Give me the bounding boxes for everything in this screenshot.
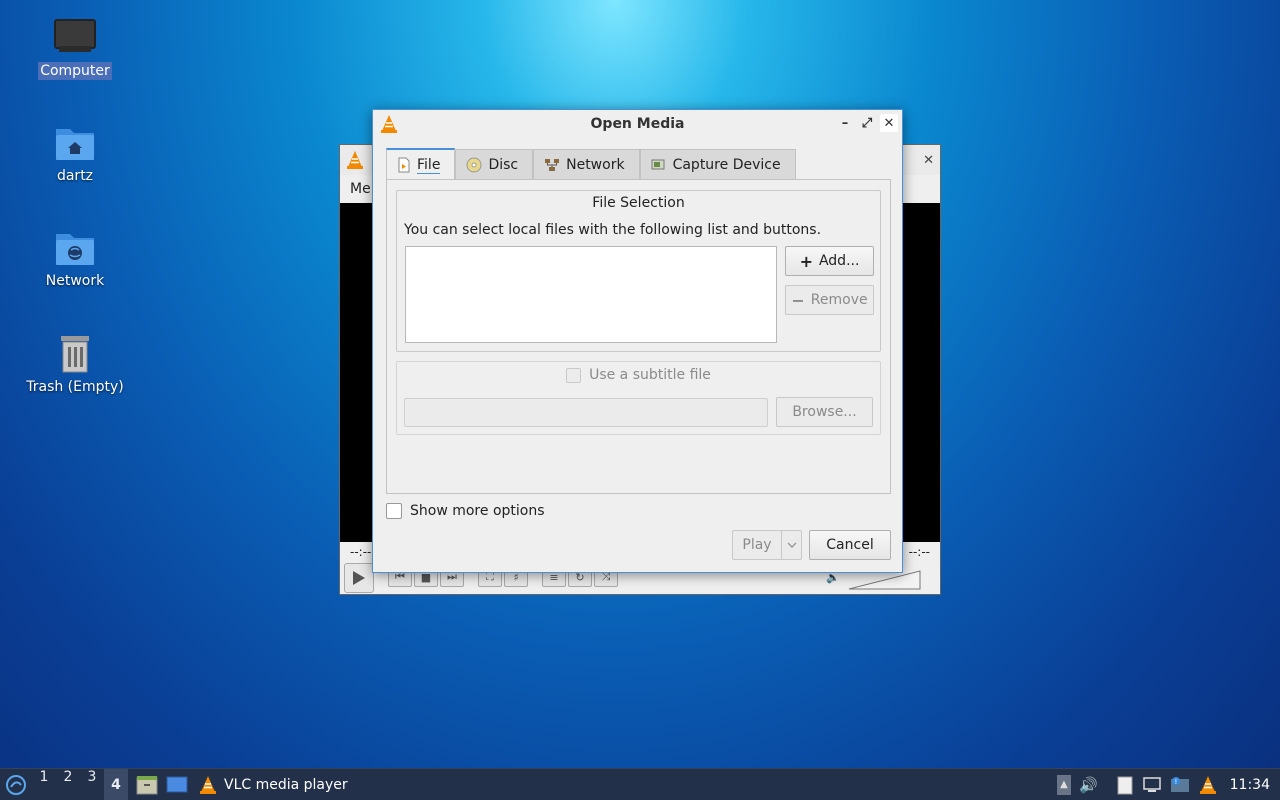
quick-launch	[136, 775, 188, 795]
tab-file[interactable]: File	[386, 148, 456, 180]
elapsed-time: --:--	[350, 545, 372, 559]
taskbar: 1 2 3 4 VLC media player ▲ 🔊 ! 11:34	[0, 768, 1280, 800]
open-media-dialog: Open Media – ⤢ ✕ File Disc Network Captu…	[372, 109, 903, 573]
dialog-titlebar[interactable]: Open Media – ⤢ ✕	[373, 110, 902, 138]
play-button[interactable]: Play	[732, 530, 782, 560]
show-more-checkbox[interactable]	[386, 503, 402, 519]
maximize-icon: ⤢	[861, 115, 873, 131]
show-more-options[interactable]: Show more options	[386, 503, 545, 519]
disc-icon	[466, 157, 482, 173]
file-tab-panel: File Selection You can select local file…	[386, 179, 891, 494]
file-list[interactable]	[405, 246, 777, 343]
tab-disc[interactable]: Disc	[455, 149, 534, 180]
show-desktop-icon[interactable]	[166, 775, 188, 795]
tab-label: File	[417, 156, 441, 174]
minimize-button[interactable]: –	[836, 114, 854, 132]
vlc-cone-icon	[381, 115, 397, 133]
desktop-icon-label: Computer	[38, 62, 112, 80]
play-button-label: Play	[742, 537, 772, 553]
capture-device-icon	[651, 159, 665, 170]
vlc-tray-icon[interactable]	[1198, 775, 1218, 795]
system-tray: ▲ 🔊 ! 11:34	[1056, 769, 1280, 800]
remove-button-label: Remove	[810, 292, 868, 308]
file-icon	[398, 157, 410, 173]
workspace-2[interactable]: 2	[56, 769, 80, 800]
file-selection-group: File Selection You can select local file…	[396, 190, 881, 352]
lubuntu-logo-icon	[6, 774, 26, 795]
maximize-button[interactable]: ⤢	[858, 114, 876, 132]
clipboard-icon[interactable]	[1116, 775, 1134, 795]
network-icon	[545, 159, 560, 171]
desktop-icon-label: Trash (Empty)	[26, 379, 124, 395]
taskbar-app-vlc[interactable]: VLC media player	[198, 775, 348, 795]
taskbar-app-label: VLC media player	[224, 776, 348, 793]
show-more-label: Show more options	[410, 503, 545, 519]
desktop-icon-home[interactable]: dartz	[20, 123, 130, 185]
desktop-icon-computer[interactable]: Computer	[20, 18, 130, 80]
tab-label: Capture Device	[672, 157, 781, 173]
desktop-icon-network[interactable]: Network	[20, 228, 130, 290]
add-button[interactable]: + Add...	[785, 246, 874, 276]
subtitle-checkbox-label: Use a subtitle file	[589, 367, 711, 383]
vlc-cone-icon	[200, 775, 216, 794]
minimize-icon: –	[841, 115, 849, 131]
tab-label: Network	[566, 157, 625, 173]
play-dropdown-button[interactable]	[781, 530, 802, 560]
tab-capture-device[interactable]: Capture Device	[639, 149, 796, 180]
computer-icon	[54, 19, 96, 52]
cancel-button[interactable]: Cancel	[809, 530, 891, 560]
clock[interactable]: 11:34	[1230, 777, 1270, 793]
start-menu-button[interactable]	[0, 774, 32, 796]
file-selection-title: File Selection	[592, 195, 685, 211]
network-folder-icon	[56, 234, 94, 265]
chevron-down-icon	[787, 542, 796, 548]
network-status-icon[interactable]	[1142, 776, 1162, 794]
desktop-icon-label: dartz	[56, 168, 94, 184]
subtitle-checkbox-row[interactable]: Use a subtitle file	[397, 367, 880, 383]
dialog-title: Open Media	[590, 116, 685, 132]
file-selection-description: You can select local files with the foll…	[404, 222, 822, 238]
minus-icon: −	[791, 290, 805, 310]
add-button-label: Add...	[818, 253, 860, 269]
workspace-3[interactable]: 3	[80, 769, 104, 800]
tab-network[interactable]: Network	[533, 149, 640, 180]
play-button[interactable]	[344, 563, 374, 593]
eject-icon[interactable]: ▲	[1056, 775, 1071, 795]
browse-button-label: Browse...	[792, 404, 857, 420]
remove-button[interactable]: − Remove	[785, 285, 874, 315]
vlc-main-close-icon[interactable]: ✕	[923, 153, 934, 168]
subtitle-checkbox[interactable]	[566, 367, 582, 383]
close-icon: ✕	[883, 115, 895, 131]
menu-media[interactable]: Me	[350, 181, 371, 197]
total-time: --:--	[908, 545, 930, 559]
workspace-1[interactable]: 1	[32, 769, 56, 800]
tab-bar: File Disc Network Capture Device	[386, 148, 796, 180]
desktop-icon-trash[interactable]: Trash (Empty)	[20, 332, 130, 396]
plus-icon: +	[799, 251, 813, 271]
file-manager-icon[interactable]	[136, 775, 158, 795]
cancel-button-label: Cancel	[826, 537, 874, 553]
play-icon	[353, 571, 365, 585]
close-button[interactable]: ✕	[880, 114, 898, 132]
svg-text:!: !	[1174, 778, 1177, 786]
update-notifier-icon[interactable]: !	[1170, 776, 1190, 794]
workspace-4[interactable]: 4	[104, 768, 128, 800]
workspace-switcher: 1 2 3 4	[32, 768, 128, 800]
browse-button[interactable]: Browse...	[776, 397, 873, 427]
tab-label: Disc	[488, 157, 519, 173]
volume-icon[interactable]: 🔊	[1079, 776, 1098, 794]
desktop-icon-label: Network	[45, 273, 105, 289]
trash-icon	[61, 336, 89, 373]
subtitle-file-input[interactable]	[404, 398, 768, 427]
vlc-cone-icon	[347, 151, 363, 169]
subtitle-group: Use a subtitle file Browse...	[396, 361, 881, 435]
home-folder-icon	[56, 129, 94, 160]
